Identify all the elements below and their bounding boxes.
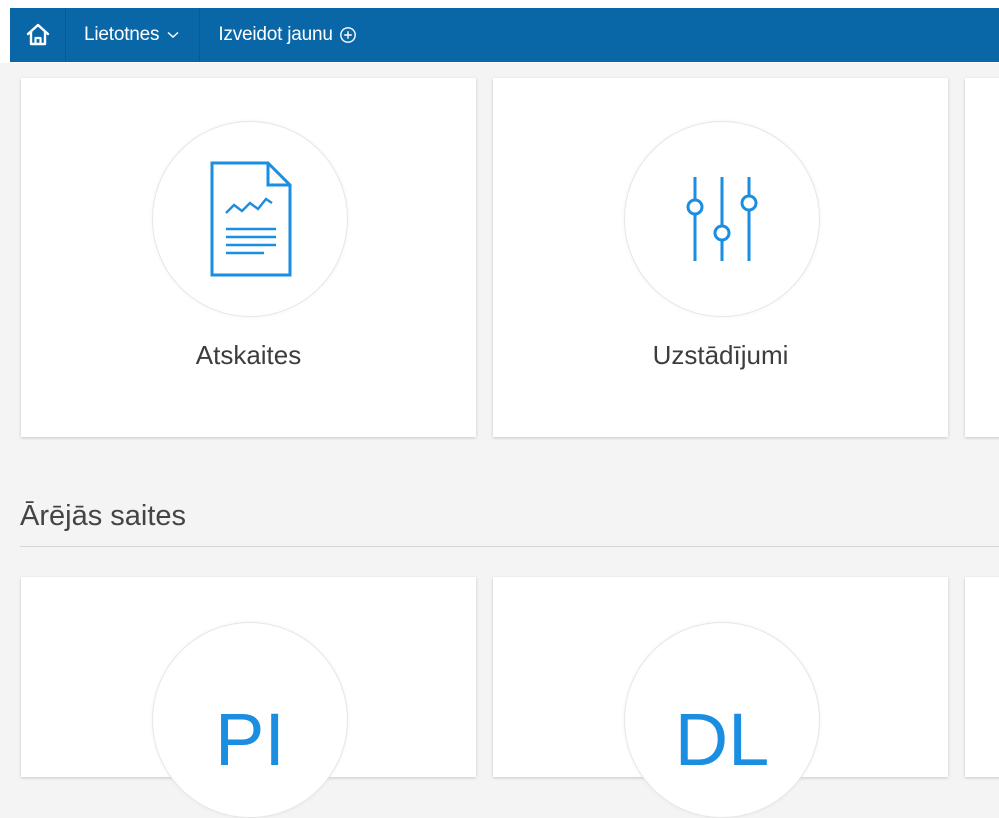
main-navbar: Lietotnes Izveidot jaunu	[10, 8, 999, 62]
tile-icon-circle	[152, 121, 348, 317]
tile-reports-label: Atskaites	[195, 340, 302, 370]
home-icon	[26, 23, 49, 46]
tile-icon-circle: PI	[152, 622, 348, 818]
home-button[interactable]	[10, 8, 66, 62]
tile-external-dl[interactable]: DL	[493, 577, 948, 818]
tile-reports[interactable]: Atskaites	[21, 78, 476, 437]
apps-menu-label: Lietotnes	[84, 24, 160, 45]
create-new-label: Izveidot jaunu	[218, 24, 333, 45]
create-new-menu[interactable]: Izveidot jaunu	[200, 8, 376, 62]
tile-external-partial[interactable]	[965, 577, 999, 777]
plus-circle-icon	[339, 26, 357, 44]
tile-external-pi-text: PI	[215, 698, 285, 781]
sliders-icon	[686, 177, 758, 261]
tile-settings-label: Uzstādījumi	[652, 340, 789, 370]
tile-icon-circle: DL	[624, 622, 820, 818]
tile-external-pi[interactable]: PI	[21, 577, 476, 818]
section-divider	[20, 546, 999, 547]
report-document-icon	[210, 161, 292, 277]
external-links-heading: Ārējās saites	[20, 500, 187, 532]
tile-settings[interactable]: Uzstādījumi	[493, 78, 948, 437]
tile-icon-circle	[624, 121, 820, 317]
top-bar: Lietotnes Izveidot jaunu	[0, 0, 999, 63]
apps-menu[interactable]: Lietotnes	[66, 8, 201, 62]
tile-external-dl-text: DL	[674, 698, 770, 781]
tile-partial[interactable]	[965, 78, 999, 437]
chevron-down-icon	[167, 31, 179, 39]
